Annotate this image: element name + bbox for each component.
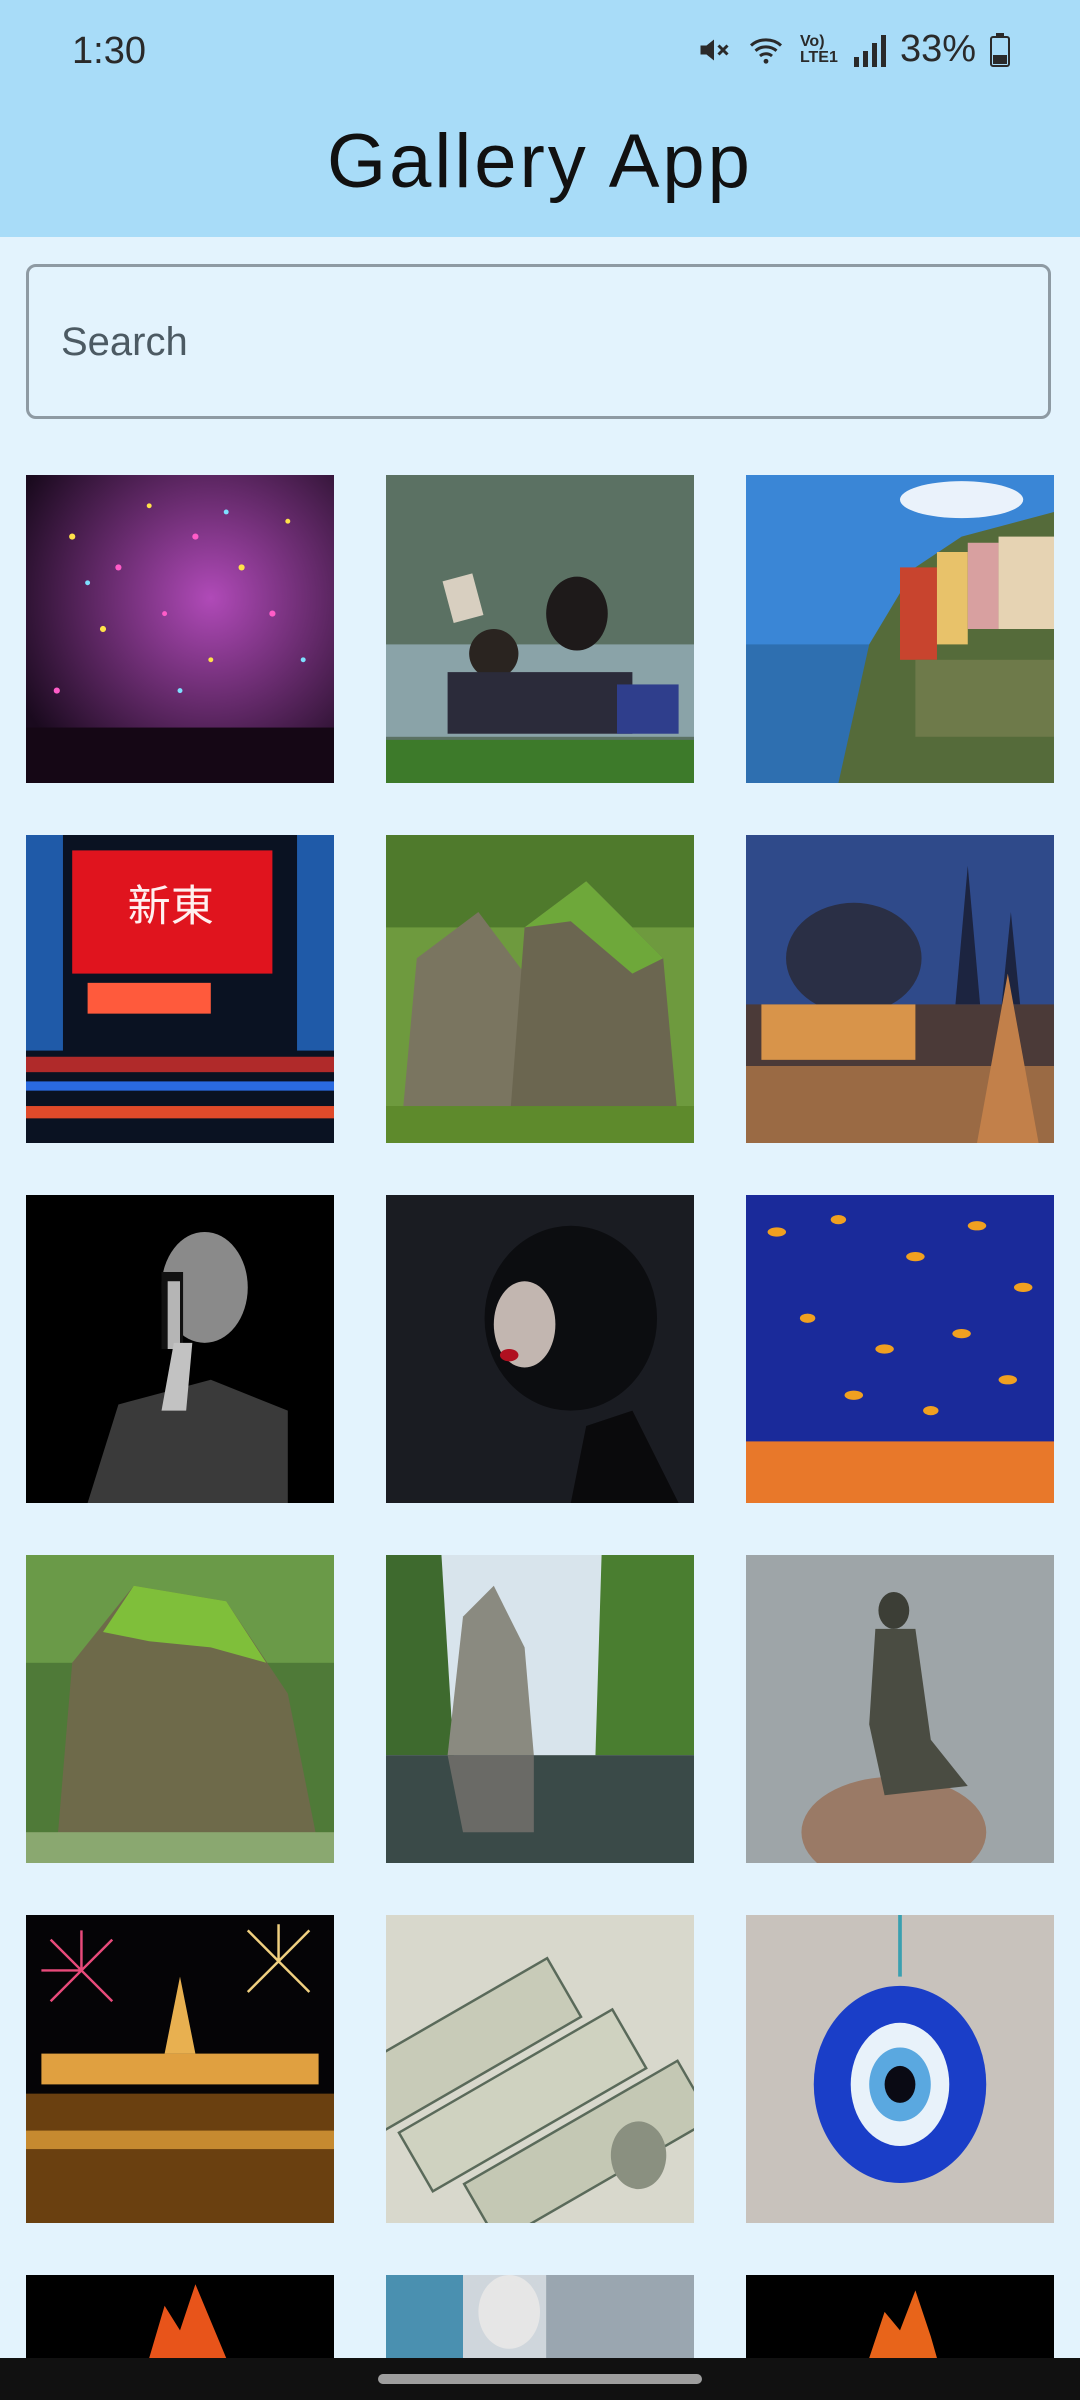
gallery-image-mossy-rock-faces[interactable] — [386, 835, 694, 1143]
lte-icon: Vo) LTE1 — [799, 32, 840, 66]
system-nav-bar — [0, 2358, 1080, 2400]
gallery-image-evil-eye-amulet[interactable] — [746, 1915, 1054, 2223]
mute-icon — [696, 32, 732, 68]
gallery-image-einstein-collage[interactable] — [386, 2275, 694, 2358]
battery-icon — [990, 32, 1010, 67]
status-icons: Vo) LTE1 33% — [696, 28, 1010, 71]
svg-text:新東: 新東 — [128, 882, 214, 932]
gallery-image-moss-covered-head-sculpture[interactable] — [26, 1555, 334, 1863]
gallery-image-little-mermaid-statue[interactable] — [746, 1555, 1054, 1863]
gallery-image-christmas-market[interactable] — [746, 835, 1054, 1143]
app-bar: 1:30 Vo) LTE1 33% Gallery App — [0, 0, 1080, 237]
network-label: Vo) LTE1 — [799, 32, 838, 66]
status-time: 1:30 — [72, 30, 146, 72]
home-gesture-handle[interactable] — [378, 2374, 702, 2384]
battery-percent: 33% — [899, 28, 976, 70]
gallery-image-orange-leaves-on-blue[interactable] — [746, 1195, 1054, 1503]
gallery-image-neon-sign-street[interactable]: 新東 — [26, 835, 334, 1143]
app-title: Gallery App — [327, 119, 753, 204]
gallery-image-fire-on-black[interactable] — [26, 2275, 334, 2358]
gallery-image-canyon-lake-reflection[interactable] — [386, 1555, 694, 1863]
gallery-image-cliffside-village[interactable] — [746, 475, 1054, 783]
gallery-image-fireworks-over-parliament[interactable] — [26, 1915, 334, 2223]
gallery-image-man-finger-on-lips[interactable] — [26, 1195, 334, 1503]
gallery-image-flame-on-black[interactable] — [746, 2275, 1054, 2358]
gallery-image-dollar-bills[interactable] — [386, 1915, 694, 2223]
wifi-icon — [746, 32, 786, 68]
gallery-image-couple-reading-on-grass[interactable] — [386, 475, 694, 783]
gallery-image-dark-vampire-woman[interactable] — [386, 1195, 694, 1503]
gallery-image-confetti-concert[interactable] — [26, 475, 334, 783]
search-field[interactable] — [26, 264, 1051, 419]
signal-icon — [853, 33, 886, 67]
search-input[interactable] — [59, 267, 963, 418]
